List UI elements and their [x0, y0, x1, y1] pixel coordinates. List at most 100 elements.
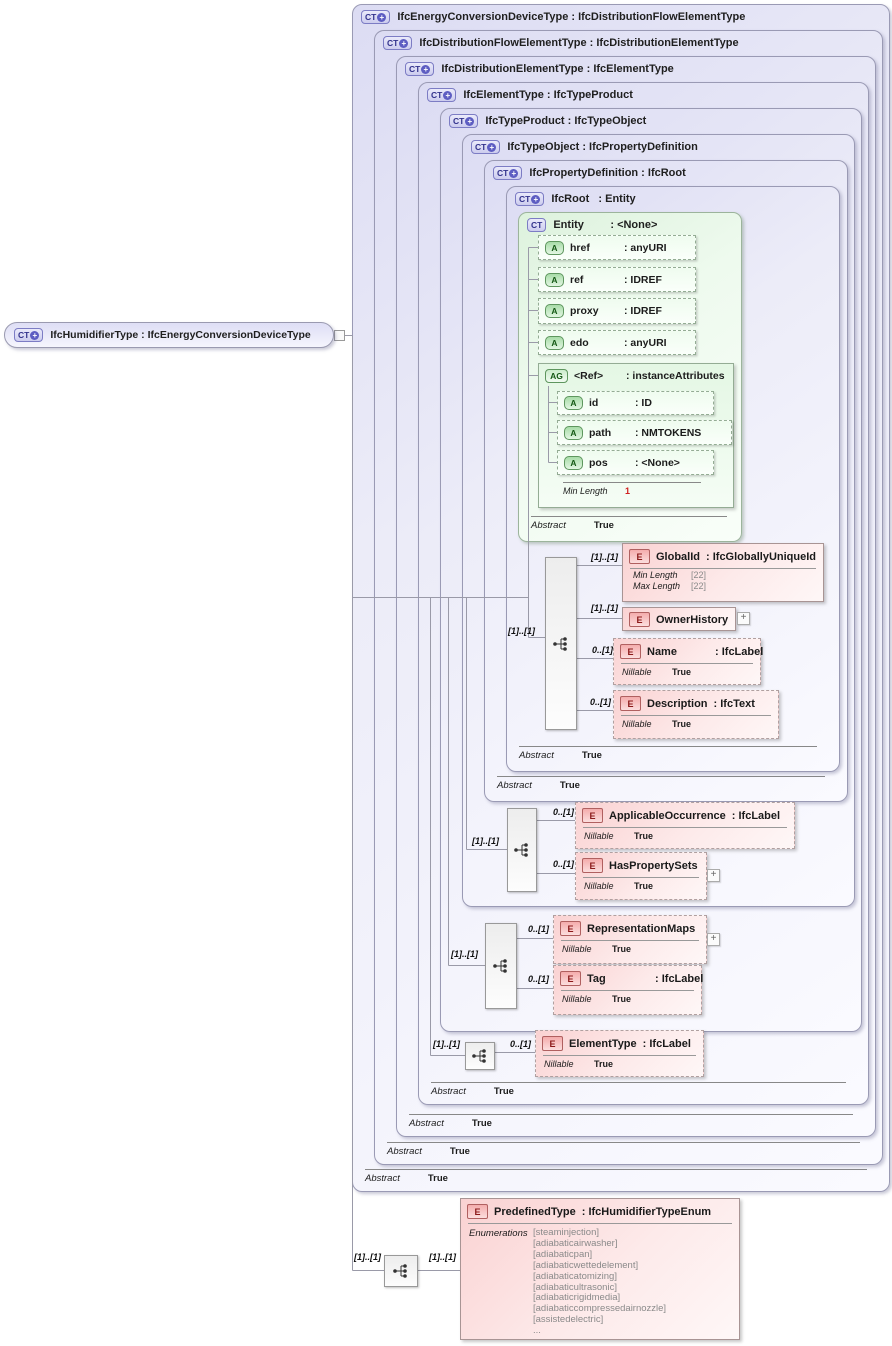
attribute-icon: A — [545, 272, 564, 287]
attribute-box-id[interactable]: A id : ID — [557, 391, 714, 415]
type-header: CT Entity : <None> — [527, 218, 657, 232]
type-title: IfcElementType : IfcTypeProduct — [463, 89, 633, 101]
type-title: IfcDistributionElementType : IfcElementT… — [441, 63, 674, 75]
type-box-ifchumidifiertype[interactable]: CT + IfcHumidifierType : IfcEnergyConvers… — [4, 322, 334, 348]
sequence-icon — [514, 843, 528, 857]
sequence-compositor-ifcelementtype[interactable] — [465, 1042, 495, 1070]
type-title: IfcDistributionFlowElementType : IfcDist… — [419, 37, 739, 49]
derived-plus-icon: + — [30, 330, 40, 340]
element-icon: E — [467, 1204, 488, 1219]
enumerations-row: Enumerations [steaminjection] [adiabatica… — [469, 1227, 667, 1337]
element-box-ownerhistory[interactable]: E OwnerHistory — [622, 607, 736, 631]
cardinality-label: [1]..[1] — [429, 1252, 456, 1262]
derived-plus-icon: + — [465, 116, 475, 126]
type-header: CT + IfcElementType : IfcTypeProduct — [427, 88, 633, 102]
complex-type-icon: CT + — [14, 328, 44, 342]
cardinality-label: 0..[1] — [553, 807, 575, 817]
element-icon: E — [629, 612, 650, 627]
attribute-type: : IDREF — [624, 305, 662, 317]
sequence-compositor-ifctypeproduct[interactable] — [485, 923, 517, 1009]
attribute-box-ref[interactable]: A ref : IDREF — [538, 267, 696, 292]
element-icon: E — [560, 971, 581, 986]
attribute-name: id — [589, 397, 599, 409]
complex-type-icon: CT + — [405, 62, 435, 76]
element-icon: E — [629, 549, 650, 564]
abstract-footer: Abstract True — [431, 1082, 846, 1097]
attribute-icon: A — [545, 240, 564, 255]
complex-type-icon: CT + — [515, 192, 545, 206]
derived-plus-icon: + — [399, 38, 409, 48]
nillable-row: Nillable True — [622, 719, 692, 729]
attribute-type: : NMTOKENS — [635, 426, 702, 439]
attribute-name: path — [589, 426, 612, 439]
min-length-facet: Min Length [22] — [633, 570, 707, 580]
type-header: CT + IfcRoot : Entity — [515, 192, 636, 206]
attribute-box-pos[interactable]: A pos : <None> — [557, 450, 714, 475]
element-box-representationmaps[interactable]: E RepresentationMaps Nillable True — [553, 915, 707, 964]
element-box-haspropertysets[interactable]: E HasPropertySets Nillable True — [575, 852, 707, 900]
element-box-applicableoccurrence[interactable]: E ApplicableOccurrence : IfcLabel Nillab… — [575, 802, 795, 849]
collapse-connector-icon[interactable] — [334, 330, 345, 341]
attribute-name: edo — [570, 336, 589, 349]
attribute-box-edo[interactable]: A edo : anyURI — [538, 330, 696, 355]
sequence-compositor-ifctypeobject[interactable] — [507, 808, 537, 892]
abstract-footer: Abstract True — [531, 516, 727, 531]
max-length-facet: Max Length [22] — [633, 581, 707, 591]
type-header: CT + IfcTypeProduct : IfcTypeObject — [449, 114, 646, 128]
derived-plus-icon: + — [377, 12, 387, 22]
complex-type-icon: CT + — [449, 114, 479, 128]
attribute-icon: A — [564, 425, 583, 440]
type-header: CT + IfcTypeObject : IfcPropertyDefinitio… — [471, 140, 698, 154]
element-title: E Description : IfcText — [614, 691, 778, 714]
attribute-box-path[interactable]: A path : NMTOKENS — [557, 420, 732, 445]
attribute-type: : ID — [635, 397, 652, 409]
element-box-predefinedtype[interactable]: E PredefinedType : IfcHumidifierTypeEnum… — [460, 1198, 740, 1340]
attribute-name: href — [570, 241, 590, 254]
element-icon: E — [560, 921, 581, 936]
cardinality-label: [1]..[1] — [591, 552, 618, 562]
cardinality-label: [1]..[1] — [508, 626, 535, 636]
type-header: CT + IfcDistributionFlowElementType : Ifc… — [383, 36, 739, 50]
element-box-globalid[interactable]: E GlobalId : IfcGloballyUniqueId Min Len… — [622, 543, 824, 602]
abstract-footer: Abstract True — [387, 1142, 860, 1157]
type-base: : <None> — [610, 219, 658, 231]
complex-type-icon: CT + — [427, 88, 457, 102]
expand-icon[interactable]: + — [707, 933, 720, 946]
element-box-elementtype[interactable]: E ElementType : IfcLabel Nillable True — [535, 1030, 704, 1077]
attribute-icon: A — [545, 304, 564, 318]
derived-plus-icon: + — [531, 194, 541, 204]
attribute-type: : anyURI — [624, 241, 667, 254]
element-box-tag[interactable]: E Tag : IfcLabel Nillable True — [553, 965, 703, 1015]
element-title: E Name : IfcLabel — [614, 639, 763, 662]
cardinality-label: 0..[1] — [590, 697, 612, 707]
element-title: E GlobalId : IfcGloballyUniqueId — [623, 544, 823, 567]
attribute-group-name: <Ref> — [574, 370, 604, 382]
element-box-name[interactable]: E Name : IfcLabel Nillable True — [613, 638, 763, 685]
nillable-row: Nillable True — [622, 667, 692, 677]
attribute-box-proxy[interactable]: A proxy : IDREF — [538, 298, 696, 324]
cardinality-label: [1]..[1] — [354, 1252, 381, 1262]
sequence-compositor-ifcroot[interactable] — [545, 557, 577, 730]
element-title: E PredefinedType : IfcHumidifierTypeEnum — [461, 1199, 739, 1222]
nillable-row: Nillable True — [544, 1059, 614, 1069]
element-box-description[interactable]: E Description : IfcText Nillable True — [613, 690, 779, 739]
cardinality-label: 0..[1] — [528, 924, 550, 934]
cardinality-label: [1]..[1] — [472, 836, 499, 846]
complex-type-icon: CT + — [361, 10, 391, 24]
attribute-icon: A — [545, 335, 564, 350]
nillable-row: Nillable True — [584, 831, 654, 841]
expand-icon[interactable]: + — [707, 869, 720, 882]
attribute-group-type: : instanceAttributes — [626, 370, 725, 382]
cardinality-label: [1]..[1] — [451, 949, 478, 959]
attribute-icon: A — [564, 455, 583, 470]
expand-icon[interactable]: + — [737, 612, 750, 625]
sequence-compositor-predefinedtype[interactable] — [384, 1255, 418, 1287]
type-title: IfcHumidifierType : IfcEnergyConversionD… — [50, 329, 311, 341]
attribute-type: : IDREF — [624, 273, 662, 286]
abstract-footer: Abstract True — [497, 776, 825, 791]
abstract-footer: Abstract True — [409, 1114, 853, 1129]
derived-plus-icon: + — [443, 90, 453, 100]
attribute-box-href[interactable]: A href : anyURI — [538, 235, 696, 260]
element-title: E RepresentationMaps — [554, 916, 706, 939]
nillable-row: Nillable True — [584, 881, 654, 891]
